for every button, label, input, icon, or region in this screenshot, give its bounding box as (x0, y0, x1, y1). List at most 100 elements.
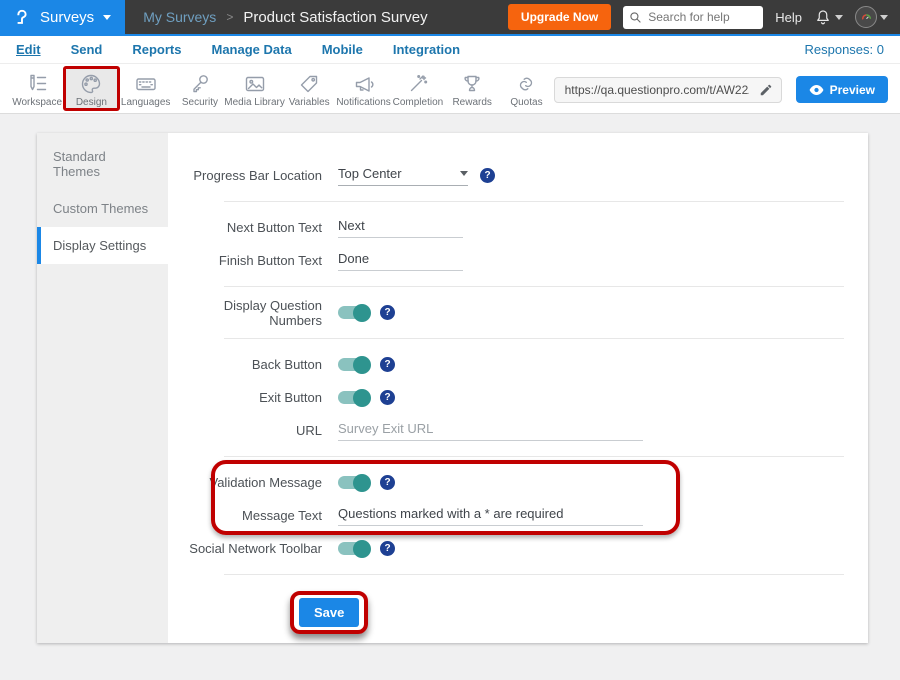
validation-message-toggle[interactable] (338, 476, 368, 489)
tool-rewards[interactable]: Rewards (445, 69, 499, 110)
validation-message-row: Validation Message ? (168, 466, 868, 499)
tool-completion[interactable]: Completion (391, 69, 445, 110)
survey-url-field[interactable] (554, 77, 782, 103)
product-label: Surveys (40, 9, 94, 26)
save-area: Save (290, 591, 868, 634)
gauge-icon (859, 10, 874, 25)
help-link[interactable]: Help (775, 10, 802, 25)
divider (224, 574, 844, 575)
tool-notifications[interactable]: Notifications (336, 69, 390, 110)
breadcrumb: My Surveys > Product Satisfaction Survey (143, 9, 427, 26)
tab-edit[interactable]: Edit (16, 42, 41, 57)
workspace-icon (25, 72, 49, 96)
field-label: Display Question Numbers (168, 298, 338, 328)
social-network-toolbar-toggle[interactable] (338, 542, 368, 555)
display-question-numbers-toggle[interactable] (338, 306, 368, 319)
page-title: Product Satisfaction Survey (243, 9, 427, 26)
survey-url-input[interactable] (563, 82, 751, 98)
tab-manage-data[interactable]: Manage Data (211, 42, 291, 57)
message-text-input[interactable] (338, 506, 643, 526)
tool-label: Notifications (336, 97, 390, 108)
upgrade-now-button[interactable]: Upgrade Now (508, 4, 611, 30)
preview-button[interactable]: Preview (796, 76, 888, 103)
help-icon[interactable]: ? (380, 305, 395, 320)
tab-mobile[interactable]: Mobile (322, 42, 363, 57)
tool-languages[interactable]: Languages (119, 69, 173, 110)
edit-pencil-icon[interactable] (759, 83, 773, 97)
social-network-toolbar-row: Social Network Toolbar ? (168, 532, 868, 565)
sidebar-item-standard-themes[interactable]: Standard Themes (37, 138, 168, 190)
security-icon (188, 72, 212, 96)
save-button[interactable]: Save (299, 598, 359, 627)
sidebar-item-custom-themes[interactable]: Custom Themes (37, 190, 168, 227)
survey-exit-url-input[interactable] (338, 421, 643, 441)
sidebar-item-display-settings[interactable]: Display Settings (37, 227, 168, 264)
breadcrumb-my-surveys[interactable]: My Surveys (143, 9, 216, 25)
bell-icon (814, 8, 832, 26)
display-settings-panel: Progress Bar Location Top Center ? Next … (168, 133, 868, 643)
survey-menubar: Edit Send Reports Manage Data Mobile Int… (0, 36, 900, 64)
back-button-row: Back Button ? (168, 348, 868, 381)
tab-send[interactable]: Send (71, 42, 103, 57)
questionpro-logo-menu[interactable]: Surveys (0, 0, 125, 35)
help-icon[interactable]: ? (380, 357, 395, 372)
preview-label: Preview (830, 83, 875, 97)
field-label: Message Text (168, 508, 338, 523)
exit-button-row: Exit Button ? (168, 381, 868, 414)
help-icon[interactable]: ? (380, 475, 395, 490)
search-icon (629, 11, 642, 24)
chevron-down-icon (103, 15, 111, 20)
eye-icon (809, 84, 824, 96)
tool-workspace[interactable]: Workspace (10, 69, 64, 110)
tool-label: Rewards (452, 97, 491, 108)
divider (224, 456, 844, 457)
search-input[interactable] (646, 9, 756, 25)
tool-design[interactable]: Design (64, 69, 118, 110)
tool-media-library[interactable]: Media Library (227, 69, 282, 110)
help-icon[interactable]: ? (380, 390, 395, 405)
help-icon[interactable]: ? (480, 168, 495, 183)
field-label: Exit Button (168, 390, 338, 405)
tool-label: Quotas (510, 97, 542, 108)
completion-icon (406, 72, 430, 96)
tool-label: Variables (289, 97, 330, 108)
progress-bar-location-row: Progress Bar Location Top Center ? (168, 159, 868, 192)
exit-button-toggle[interactable] (338, 391, 368, 404)
field-label: URL (168, 423, 338, 438)
questionpro-logo-icon (12, 6, 31, 28)
back-button-toggle[interactable] (338, 358, 368, 371)
tool-variables[interactable]: Variables (282, 69, 336, 110)
variables-icon (297, 72, 321, 96)
field-label: Progress Bar Location (168, 168, 338, 183)
finish-button-text-row: Finish Button Text (168, 244, 868, 277)
design-icon (79, 72, 103, 96)
progress-bar-location-select[interactable]: Top Center (338, 166, 468, 186)
responses-count[interactable]: Responses: 0 (805, 42, 885, 57)
next-button-text-row: Next Button Text (168, 211, 868, 244)
tool-quotas[interactable]: Quotas (499, 69, 553, 110)
finish-button-text-input[interactable] (338, 251, 463, 271)
notifications-bell[interactable] (814, 8, 843, 26)
validation-group: Validation Message ? Message Text (168, 466, 868, 532)
account-menu[interactable] (855, 6, 888, 28)
languages-icon (134, 72, 158, 96)
next-button-text-input[interactable] (338, 218, 463, 238)
tool-label: Media Library (224, 97, 285, 108)
selected-value: Top Center (338, 166, 402, 181)
help-search[interactable] (623, 6, 763, 29)
tool-label: Completion (393, 97, 444, 108)
media-library-icon (243, 72, 267, 96)
field-label: Finish Button Text (168, 253, 338, 268)
quotas-icon (514, 72, 538, 96)
help-icon[interactable]: ? (380, 541, 395, 556)
field-label: Next Button Text (168, 220, 338, 235)
divider (224, 201, 844, 202)
divider (224, 338, 844, 339)
tab-integration[interactable]: Integration (393, 42, 460, 57)
divider (224, 286, 844, 287)
tool-security[interactable]: Security (173, 69, 227, 110)
tab-reports[interactable]: Reports (132, 42, 181, 57)
tool-label: Languages (121, 97, 171, 108)
breadcrumb-separator: > (226, 10, 233, 24)
field-label: Validation Message (168, 475, 338, 490)
